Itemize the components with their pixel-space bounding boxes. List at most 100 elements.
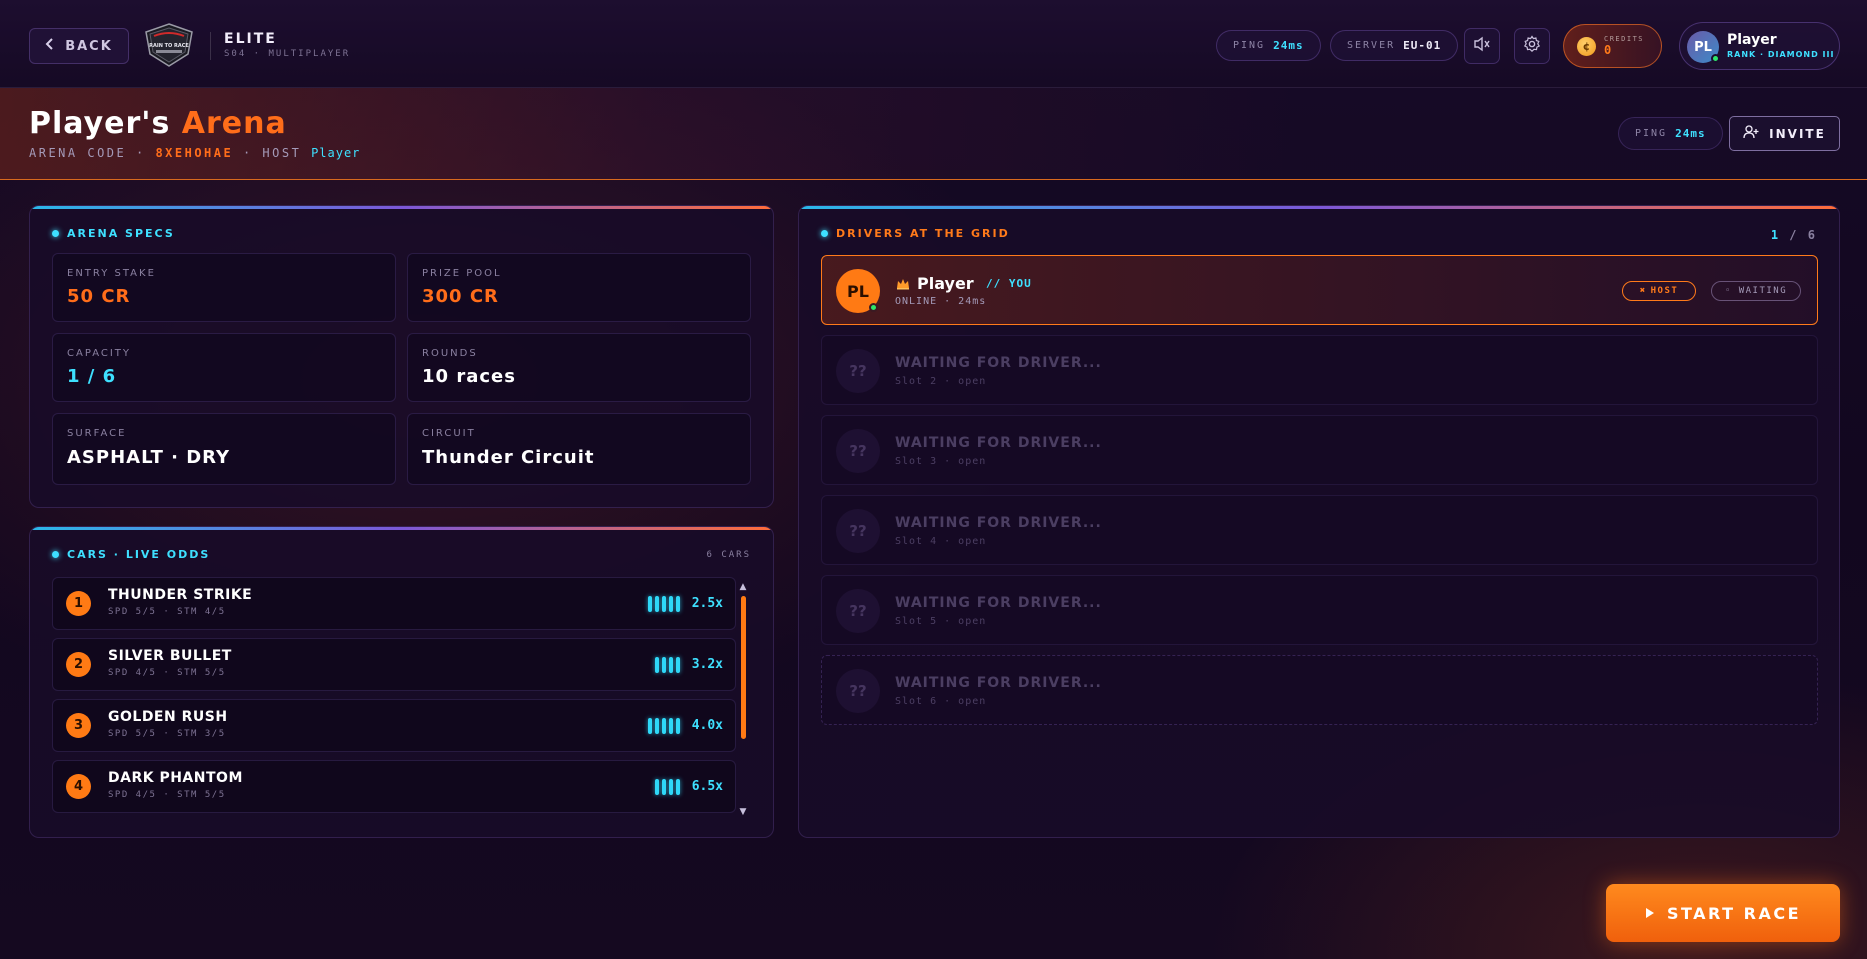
spec-capacity: CAPACITY 1 / 6 bbox=[52, 333, 396, 402]
avatar: PL bbox=[1687, 31, 1720, 63]
driver-status: ONLINE · 24ms bbox=[895, 296, 987, 307]
ping-pill: PING 24ms bbox=[1216, 30, 1321, 61]
spec-value: 300 CR bbox=[422, 286, 499, 307]
spec-label: ENTRY STAKE bbox=[67, 268, 156, 279]
spec-value: 50 CR bbox=[67, 286, 131, 307]
odds-bar bbox=[669, 596, 673, 612]
ping-label: PING bbox=[1233, 40, 1266, 51]
host-badge-label: HOST bbox=[1650, 286, 1679, 296]
start-race-label: START RACE bbox=[1666, 903, 1802, 923]
car-name: GOLDEN RUSH bbox=[108, 709, 228, 725]
odds-meter bbox=[655, 779, 680, 795]
invite-label: INVITE bbox=[1769, 126, 1826, 141]
server-label: SERVER bbox=[1347, 40, 1396, 51]
logo-text: RAIN TO RACE bbox=[149, 43, 189, 49]
slot-subtitle: Slot 4 · open bbox=[895, 536, 987, 547]
chevron-left-icon bbox=[45, 38, 55, 54]
car-stats: SPD 4/5 · STM 5/5 bbox=[108, 790, 226, 800]
driver-slot-empty[interactable]: ?? WAITING FOR DRIVER... Slot 6 · open bbox=[821, 655, 1818, 725]
odds-bar bbox=[648, 596, 652, 612]
slot-title: WAITING FOR DRIVER... bbox=[895, 595, 1102, 611]
empty-avatar: ?? bbox=[836, 589, 880, 633]
mute-button[interactable] bbox=[1464, 28, 1500, 64]
odds-bar bbox=[662, 779, 666, 795]
gear-icon bbox=[1523, 35, 1541, 57]
slot-subtitle: Slot 3 · open bbox=[895, 456, 987, 467]
cars-count: 6 CARS bbox=[706, 550, 751, 560]
online-indicator bbox=[1711, 54, 1720, 63]
empty-avatar: ?? bbox=[836, 669, 880, 713]
arena-specs-panel: ARENA SPECS ENTRY STAKE 50 CR PRIZE POOL… bbox=[29, 205, 774, 508]
car-rank: 4 bbox=[66, 774, 91, 799]
cars-heading-text: CARS · LIVE ODDS bbox=[67, 548, 211, 561]
odds-bar bbox=[676, 657, 680, 673]
server-pill: SERVER EU-01 bbox=[1330, 30, 1459, 61]
spec-value: 10 races bbox=[422, 366, 516, 387]
online-indicator bbox=[869, 303, 878, 312]
specs-heading-text: ARENA SPECS bbox=[67, 227, 175, 240]
driver-slot-empty[interactable]: ?? WAITING FOR DRIVER... Slot 4 · open bbox=[821, 495, 1818, 565]
chevron-up-icon[interactable]: ▲ bbox=[739, 582, 747, 592]
start-race-button[interactable]: START RACE bbox=[1606, 884, 1840, 942]
driver-slot-empty[interactable]: ?? WAITING FOR DRIVER... Slot 2 · open bbox=[821, 335, 1818, 405]
spec-label: CAPACITY bbox=[67, 348, 132, 359]
back-button[interactable]: BACK bbox=[29, 28, 129, 64]
credits-value: 0 bbox=[1604, 43, 1612, 57]
car-row[interactable]: 3 GOLDEN RUSH SPD 5/5 · STM 3/5 4.0x bbox=[52, 699, 736, 752]
car-stats: SPD 5/5 · STM 4/5 bbox=[108, 607, 226, 617]
chevron-down-icon[interactable]: ▼ bbox=[739, 807, 747, 817]
odds-bar bbox=[669, 718, 673, 734]
brand-subtitle: S04 · MULTIPLAYER bbox=[224, 49, 351, 59]
car-row[interactable]: 4 DARK PHANTOM SPD 4/5 · STM 5/5 6.5x bbox=[52, 760, 736, 813]
settings-button[interactable] bbox=[1514, 28, 1550, 64]
close-icon: ✖ bbox=[1639, 286, 1647, 296]
odds-bar bbox=[648, 718, 652, 734]
car-stats: SPD 5/5 · STM 3/5 bbox=[108, 729, 226, 739]
arena-header: Player's Arena ARENA CODE · 8XEHOHAE · H… bbox=[0, 88, 1867, 180]
car-row[interactable]: 1 THUNDER STRIKE SPD 5/5 · STM 4/5 2.5x bbox=[52, 577, 736, 630]
driver-name: Player bbox=[917, 274, 974, 293]
waiting-badge: ◦ WAITING bbox=[1711, 281, 1801, 301]
spec-value: Thunder Circuit bbox=[422, 447, 595, 468]
arena-code[interactable]: 8XEHOHAE bbox=[155, 146, 233, 160]
empty-avatar: ?? bbox=[836, 349, 880, 393]
profile-name: Player bbox=[1727, 32, 1777, 48]
car-name: DARK PHANTOM bbox=[108, 770, 243, 786]
slot-subtitle: Slot 6 · open bbox=[895, 696, 987, 707]
header-ping-label: PING bbox=[1635, 128, 1668, 139]
add-user-icon bbox=[1743, 125, 1759, 142]
car-odds: 3.2x bbox=[691, 657, 723, 672]
invite-button[interactable]: INVITE bbox=[1729, 116, 1840, 151]
driver-slot-empty[interactable]: ?? WAITING FOR DRIVER... Slot 5 · open bbox=[821, 575, 1818, 645]
driver-slot-player[interactable]: PL Player // YOU ONLINE · 24ms ✖ HOST ◦ … bbox=[821, 255, 1818, 325]
odds-bar bbox=[662, 596, 666, 612]
car-row[interactable]: 2 SILVER BULLET SPD 4/5 · STM 5/5 3.2x bbox=[52, 638, 736, 691]
header-ping-value: 24ms bbox=[1675, 127, 1706, 140]
driver-initials: PL bbox=[847, 281, 869, 301]
credits-display[interactable]: ¢ CREDITS 0 bbox=[1563, 24, 1662, 68]
car-stats: SPD 4/5 · STM 5/5 bbox=[108, 668, 226, 678]
odds-bar bbox=[676, 718, 680, 734]
spec-label: SURFACE bbox=[67, 428, 127, 439]
mute-icon bbox=[1473, 36, 1491, 56]
game-logo: RAIN TO RACE bbox=[142, 22, 196, 68]
server-value: EU-01 bbox=[1403, 39, 1442, 52]
crown-icon bbox=[896, 278, 910, 294]
spec-value: ASPHALT · DRY bbox=[67, 447, 231, 468]
scroll-thumb[interactable] bbox=[741, 596, 746, 739]
odds-bar bbox=[655, 657, 659, 673]
car-odds: 2.5x bbox=[691, 596, 723, 611]
drivers-count-separator: / bbox=[1789, 228, 1799, 242]
header-ping-pill: PING 24ms bbox=[1618, 117, 1723, 150]
drivers-heading-text: DRIVERS AT THE GRID bbox=[836, 227, 1010, 240]
odds-bar bbox=[669, 779, 673, 795]
slot-subtitle: Slot 2 · open bbox=[895, 376, 987, 387]
odds-meter bbox=[648, 596, 680, 612]
profile-chip[interactable]: PL Player RANK · DIAMOND III bbox=[1679, 22, 1840, 70]
scrollbar[interactable]: ▲ ▼ bbox=[739, 582, 747, 817]
driver-slot-empty[interactable]: ?? WAITING FOR DRIVER... Slot 3 · open bbox=[821, 415, 1818, 485]
spec-label: CIRCUIT bbox=[422, 428, 476, 439]
odds-bar bbox=[655, 779, 659, 795]
car-rank: 2 bbox=[66, 652, 91, 677]
you-tag: // YOU bbox=[986, 277, 1032, 290]
